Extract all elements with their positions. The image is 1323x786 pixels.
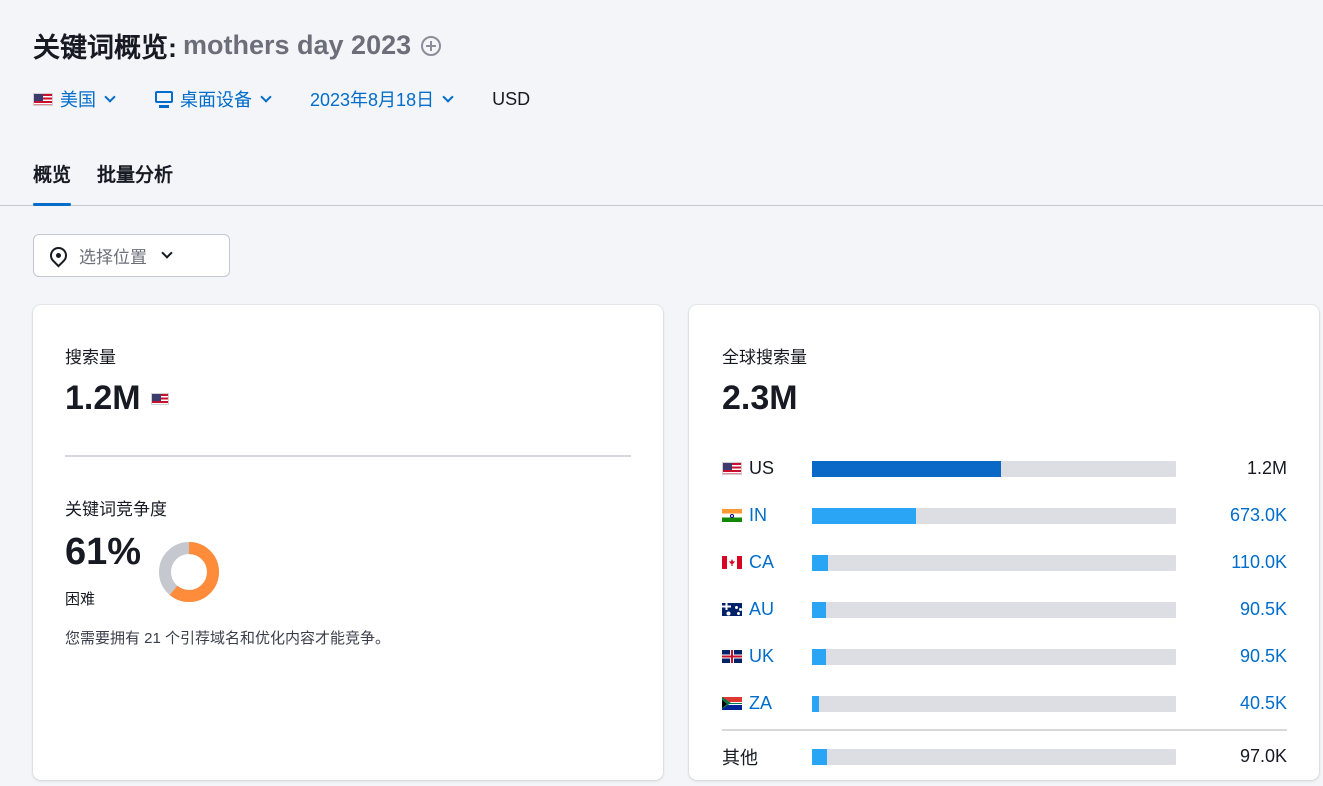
volume-bar-fill: [812, 507, 916, 524]
country-code: UK: [749, 646, 775, 666]
select-location-label: 选择位置: [79, 248, 147, 267]
country-code: CA: [749, 552, 775, 572]
search-volume-value: 1.2M: [65, 379, 169, 418]
country-code: AU: [749, 599, 775, 619]
country-code: ZA: [749, 693, 773, 713]
global-volume-card: 全球搜索量 2.3M US 1.2M IN 673.0K CA 110.0K A…: [689, 305, 1319, 780]
keyword-difficulty-percent: 61%: [65, 531, 142, 573]
country-row-au: AU 90.5K: [722, 586, 1287, 633]
chevron-down-icon: [104, 90, 116, 103]
volume-bar-fill: [812, 601, 826, 618]
currency-label: USD: [492, 88, 531, 109]
country-link-us[interactable]: US: [722, 458, 812, 479]
country-row-us: US 1.2M: [722, 445, 1287, 492]
volume-bar-fill: [812, 554, 829, 571]
country-link-au[interactable]: AU: [722, 599, 812, 620]
volume-bar-fill: [812, 695, 819, 712]
keyword-difficulty-label: 关键词竞争度: [65, 500, 167, 519]
country-code: US: [749, 458, 775, 478]
global-volume-value: 2.3M: [722, 379, 798, 417]
country-code: IN: [749, 505, 767, 525]
device-filter-label: 桌面设备: [180, 90, 252, 110]
country-volume-list: US 1.2M IN 673.0K CA 110.0K AU 90.5K UK …: [722, 445, 1287, 780]
desktop-icon: [154, 90, 174, 108]
page-header: 关键词概览: mothers day 2023 美国 桌面设备 2023年8月1…: [0, 0, 1323, 206]
country-volume-value[interactable]: 90.5K: [1240, 599, 1287, 620]
date-filter-label: 2023年8月18日: [310, 90, 435, 110]
volume-difficulty-card: 搜索量 1.2M 关键词竞争度 61% 困难 您需要拥有 21 个引荐域名和优化…: [33, 305, 663, 780]
device-filter[interactable]: 桌面设备: [154, 86, 272, 112]
filter-bar: 美国 桌面设备 2023年8月18日 USD: [33, 86, 570, 112]
country-row-za: ZA 40.5K: [722, 680, 1287, 727]
country-link-in[interactable]: IN: [722, 505, 812, 526]
country-filter[interactable]: 美国: [33, 86, 116, 112]
uk-flag-icon: [722, 650, 742, 663]
country-volume-value[interactable]: 110.0K: [1231, 552, 1287, 573]
global-volume-label: 全球搜索量: [722, 348, 807, 367]
page-title: 关键词概览: mothers day 2023: [33, 26, 442, 65]
volume-bar-track: [812, 601, 1176, 618]
country-link-za[interactable]: ZA: [722, 693, 812, 714]
volume-bar-track: [812, 507, 1176, 524]
chevron-down-icon: [260, 90, 272, 103]
volume-bar-track: [812, 554, 1176, 571]
volume-bar-fill: [812, 748, 827, 765]
search-volume-label: 搜索量: [65, 348, 116, 367]
keyword-difficulty-description: 您需要拥有 21 个引荐域名和优化内容才能竞争。: [65, 630, 391, 647]
country-volume-value[interactable]: 673.0K: [1230, 505, 1287, 526]
add-icon[interactable]: [421, 35, 442, 56]
volume-bar-fill: [812, 648, 826, 665]
country-row-uk: UK 90.5K: [722, 633, 1287, 680]
date-filter[interactable]: 2023年8月18日: [310, 86, 454, 112]
keyword-difficulty-level: 困难: [65, 591, 96, 608]
difficulty-donut-chart: [159, 542, 219, 602]
location-pin-icon: [46, 243, 71, 268]
divider: [722, 729, 1287, 731]
volume-bar-track: [812, 695, 1176, 712]
volume-bar-track: [812, 648, 1176, 665]
in-flag-icon: [722, 509, 742, 522]
country-row-ca: CA 110.0K: [722, 539, 1287, 586]
search-volume-number: 1.2M: [65, 379, 141, 417]
volume-bar-track: [812, 748, 1176, 765]
us-flag-icon: [150, 392, 169, 405]
country-volume-value[interactable]: 40.5K: [1240, 693, 1287, 714]
tab-bar: 概览 批量分析: [33, 160, 199, 206]
country-filter-label: 美国: [60, 90, 96, 110]
chevron-down-icon: [161, 247, 173, 259]
country-volume-value[interactable]: 90.5K: [1240, 646, 1287, 667]
country-link-ca[interactable]: CA: [722, 552, 812, 573]
tab-overview[interactable]: 概览: [33, 160, 72, 206]
volume-bar-track: [812, 460, 1176, 477]
za-flag-icon: [722, 697, 742, 710]
country-row-other: 其他 97.0K: [722, 733, 1287, 780]
title-prefix: 关键词概览:: [33, 33, 177, 63]
au-flag-icon: [722, 603, 742, 616]
country-volume-value: 1.2M: [1246, 458, 1287, 478]
country-row-in: IN 673.0K: [722, 492, 1287, 539]
volume-bar-fill: [812, 460, 1002, 477]
title-keyword: mothers day 2023: [183, 30, 412, 60]
keyword-difficulty-value: 61%: [65, 533, 141, 571]
select-location-button[interactable]: 选择位置: [33, 234, 230, 277]
country-link-uk[interactable]: UK: [722, 646, 812, 667]
tab-bulk-analysis[interactable]: 批量分析: [97, 160, 173, 206]
divider: [65, 455, 631, 457]
chevron-down-icon: [442, 90, 454, 103]
us-flag-icon: [33, 92, 53, 106]
ca-flag-icon: [722, 556, 742, 569]
other-volume-value: 97.0K: [1239, 746, 1287, 766]
other-label: 其他: [722, 747, 758, 768]
us-flag-icon: [722, 462, 742, 475]
